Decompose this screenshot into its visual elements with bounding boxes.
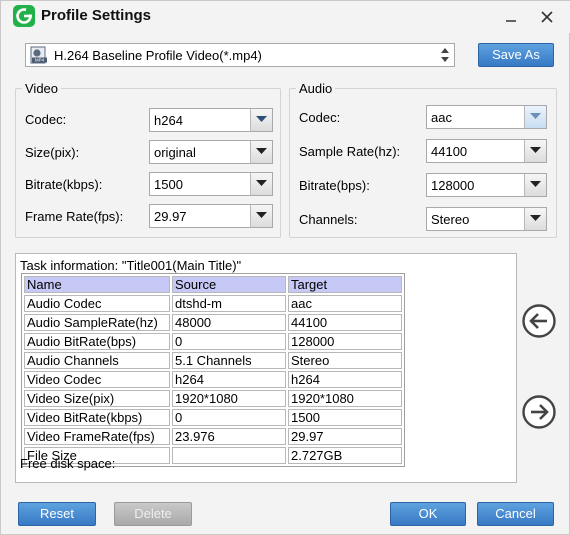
audio-channels-value: Stereo [431, 212, 470, 227]
task-info-table: Name Source Target Audio Codec dtshd-m aac… [21, 273, 405, 467]
table-cell: 0 [172, 333, 286, 350]
video-codec-value: h264 [154, 113, 183, 128]
table-cell: Audio Codec [24, 295, 170, 312]
column-header: Name [24, 276, 170, 293]
video-framerate-value: 29.97 [154, 209, 187, 224]
table-cell: h264 [288, 371, 402, 388]
video-framerate-label: Frame Rate(fps): [25, 209, 124, 224]
reset-button[interactable]: Reset [18, 502, 96, 526]
video-group-label: Video [22, 81, 62, 96]
audio-codec-value: aac [431, 110, 452, 125]
table-cell: 1920*1080 [288, 390, 402, 407]
delete-button[interactable]: Delete [114, 502, 192, 526]
chevron-down-icon [524, 208, 546, 230]
chevron-down-icon [524, 106, 546, 128]
audio-codec-label: Codec: [299, 110, 341, 125]
title-bar: Profile Settings [1, 1, 570, 33]
chevron-down-icon [250, 141, 272, 163]
video-bitrate-value: 1500 [154, 177, 183, 192]
arrow-right-icon[interactable] [521, 394, 557, 430]
chevron-down-icon [250, 173, 272, 195]
chevron-down-icon [250, 205, 272, 227]
table-row: Video Size(pix) 1920*1080 1920*1080 [24, 390, 402, 407]
window-title: Profile Settings [41, 7, 152, 24]
table-cell: Video Size(pix) [24, 390, 170, 407]
table-cell: Stereo [288, 352, 402, 369]
table-cell: 29.97 [288, 428, 402, 445]
table-row: Audio Codec dtshd-m aac [24, 295, 402, 312]
video-size-label: Size(pix): [25, 145, 80, 160]
table-cell: 1920*1080 [172, 390, 286, 407]
table-cell: 5.1 Channels [172, 352, 286, 369]
audio-samplerate-label: Sample Rate(hz): [299, 144, 401, 159]
table-cell: 44100 [288, 314, 402, 331]
table-row: Video BitRate(kbps) 0 1500 [24, 409, 402, 426]
table-cell: aac [288, 295, 402, 312]
close-icon[interactable] [537, 7, 557, 27]
video-size-value: original [154, 145, 196, 160]
table-cell: dtshd-m [172, 295, 286, 312]
spin-updown-icon[interactable] [438, 46, 452, 64]
mp4-badge-text: MP4 [35, 58, 45, 63]
mp4-file-icon: MP4 [30, 46, 47, 64]
video-codec-label: Codec: [25, 112, 67, 127]
table-cell: 23.976 [172, 428, 286, 445]
table-cell: 128000 [288, 333, 402, 350]
table-cell: 0 [172, 409, 286, 426]
table-cell [172, 447, 286, 464]
audio-group-label: Audio [296, 81, 336, 96]
audio-codec-select[interactable]: aac [426, 105, 547, 129]
audio-channels-select[interactable]: Stereo [426, 207, 547, 231]
table-row: Video FrameRate(fps) 23.976 29.97 [24, 428, 402, 445]
task-info-panel: Task information: "Title001(Main Title)"… [15, 253, 517, 483]
ok-button[interactable]: OK [390, 502, 466, 526]
chevron-down-icon [250, 109, 272, 131]
table-cell: Audio BitRate(bps) [24, 333, 170, 350]
audio-bitrate-select[interactable]: 128000 [426, 173, 547, 197]
video-bitrate-label: Bitrate(kbps): [25, 177, 103, 192]
app-logo-icon [13, 5, 35, 27]
table-cell: Audio SampleRate(hz) [24, 314, 170, 331]
video-size-select[interactable]: original [149, 140, 273, 164]
table-row: Video Codec h264 h264 [24, 371, 402, 388]
table-row: Audio Channels 5.1 Channels Stereo [24, 352, 402, 369]
video-bitrate-select[interactable]: 1500 [149, 172, 273, 196]
audio-samplerate-value: 44100 [431, 144, 468, 159]
audio-channels-label: Channels: [299, 212, 358, 227]
table-cell: Video FrameRate(fps) [24, 428, 170, 445]
table-cell: h264 [172, 371, 286, 388]
table-cell: Video Codec [24, 371, 170, 388]
audio-bitrate-value: 128000 [431, 178, 475, 193]
free-disk-space: Free disk space: [20, 456, 116, 471]
table-row: Audio SampleRate(hz) 48000 44100 [24, 314, 402, 331]
arrow-left-icon[interactable] [521, 303, 557, 339]
audio-samplerate-select[interactable]: 44100 [426, 139, 547, 163]
table-cell: Audio Channels [24, 352, 170, 369]
video-codec-select[interactable]: h264 [149, 108, 273, 132]
save-as-button[interactable]: Save As [478, 43, 554, 67]
audio-bitrate-label: Bitrate(bps): [299, 178, 370, 193]
table-cell: 2.727GB [288, 447, 402, 464]
table-header-row: Name Source Target [24, 276, 402, 293]
table-cell: 48000 [172, 314, 286, 331]
column-header: Source [172, 276, 286, 293]
video-framerate-select[interactable]: 29.97 [149, 204, 273, 228]
profile-settings-window: Profile Settings MP4 H.264 Baseline Prof… [0, 0, 570, 535]
profile-select-value: H.264 Baseline Profile Video(*.mp4) [54, 48, 262, 63]
minimize-icon[interactable] [501, 7, 521, 27]
table-cell: Video BitRate(kbps) [24, 409, 170, 426]
profile-select[interactable]: MP4 H.264 Baseline Profile Video(*.mp4) [25, 43, 455, 67]
task-info-title: Task information: "Title001(Main Title)" [20, 258, 242, 273]
chevron-down-icon [524, 140, 546, 162]
cancel-button[interactable]: Cancel [477, 502, 554, 526]
table-row: Audio BitRate(bps) 0 128000 [24, 333, 402, 350]
table-cell: 1500 [288, 409, 402, 426]
column-header: Target [288, 276, 402, 293]
chevron-down-icon [524, 174, 546, 196]
